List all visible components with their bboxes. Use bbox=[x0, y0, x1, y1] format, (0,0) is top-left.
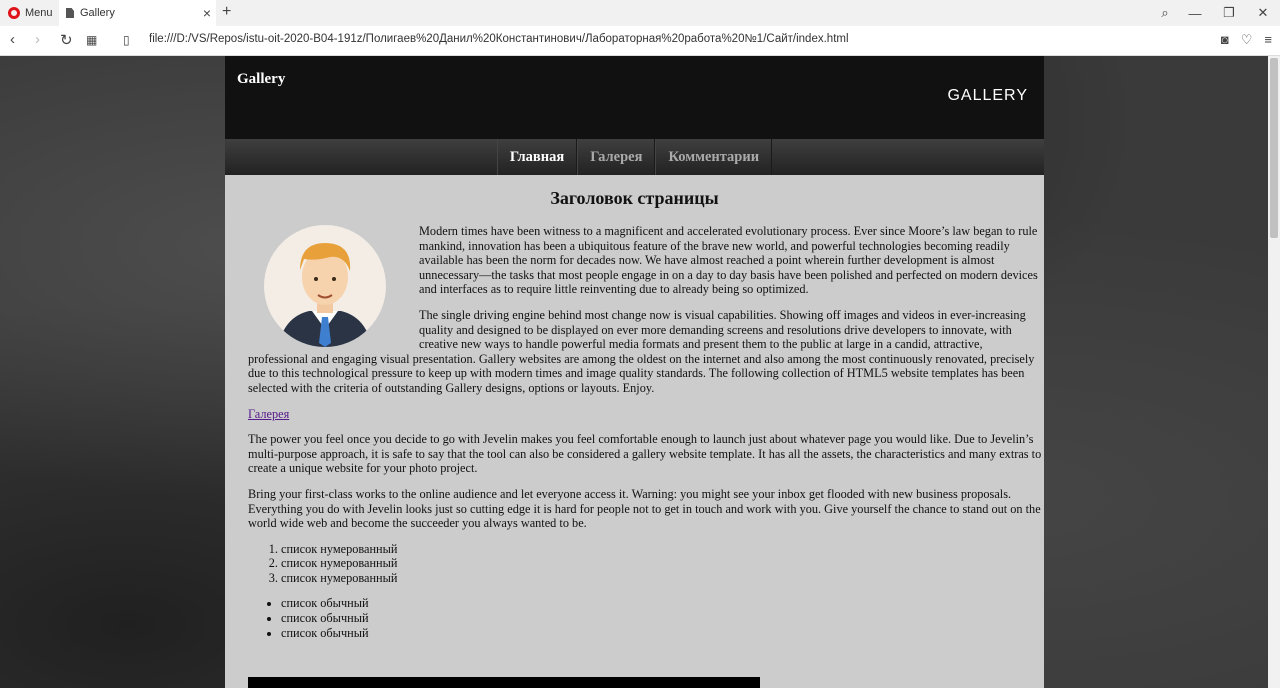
forward-icon[interactable]: › bbox=[35, 31, 40, 48]
list-item: список нумерованный bbox=[281, 556, 1044, 571]
page-title: Заголовок страницы bbox=[550, 188, 719, 208]
browser-tab-bar: Menu Gallery × + ⌕ — ❐ ✕ bbox=[0, 0, 1280, 26]
list-item: список нумерованный bbox=[281, 542, 1044, 557]
tab-title: Gallery bbox=[80, 7, 115, 19]
nav-item-home[interactable]: Главная bbox=[496, 139, 578, 175]
site-container: Gallery GALLERY Главная Галерея Коммента… bbox=[225, 56, 1044, 688]
paragraph: Bring your first-class works to the onli… bbox=[248, 486, 1041, 531]
search-icon[interactable]: ⌕ bbox=[1152, 5, 1178, 21]
nav-item-gallery[interactable]: Галерея bbox=[577, 139, 656, 175]
document-icon: ▯ bbox=[123, 33, 130, 47]
avatar bbox=[264, 225, 386, 347]
page-icon bbox=[66, 8, 74, 18]
minimize-icon[interactable]: — bbox=[1178, 6, 1212, 21]
site-title: Gallery bbox=[237, 71, 286, 87]
gallery-link[interactable]: Галерея bbox=[248, 407, 1044, 422]
speed-dial-icon[interactable]: ▦ bbox=[86, 33, 97, 47]
list-item: список обычный bbox=[281, 626, 1044, 641]
url-field[interactable]: file:///D:/VS/Repos/istu-oit-2020-B04-19… bbox=[149, 33, 849, 45]
easy-setup-icon[interactable]: ≡ bbox=[1264, 32, 1272, 48]
window-controls: ⌕ — ❐ ✕ bbox=[1152, 0, 1280, 26]
page-scrollbar[interactable] bbox=[1268, 56, 1280, 688]
close-icon[interactable]: × bbox=[198, 5, 216, 21]
opera-logo-icon bbox=[8, 7, 20, 19]
address-bar: ‹ › ↻ ▦ ▯ file:///D:/VS/Repos/istu-oit-2… bbox=[0, 26, 1280, 56]
list-item: список обычный bbox=[281, 611, 1044, 626]
site-header: Gallery GALLERY bbox=[225, 56, 1044, 139]
close-window-icon[interactable]: ✕ bbox=[1246, 5, 1280, 21]
paragraph: The power you feel once you decide to go… bbox=[248, 432, 1042, 476]
back-icon[interactable]: ‹ bbox=[10, 31, 15, 48]
unordered-list: список обычный список обычный список обы… bbox=[248, 596, 1044, 640]
browser-menu-button[interactable]: Menu bbox=[0, 0, 58, 26]
main-content: Заголовок страницы Modern times have bee… bbox=[225, 175, 1044, 688]
ordered-list: список нумерованный список нумерованный … bbox=[248, 542, 1044, 586]
nav-item-comments[interactable]: Комментарии bbox=[655, 139, 773, 175]
heart-icon[interactable]: ♡ bbox=[1241, 32, 1253, 48]
media-block bbox=[248, 677, 760, 688]
reload-icon[interactable]: ↻ bbox=[60, 31, 73, 49]
site-nav: Главная Галерея Комментарии bbox=[225, 139, 1044, 175]
list-item: список обычный bbox=[281, 596, 1044, 611]
list-item: список нумерованный bbox=[281, 571, 1044, 586]
camera-icon[interactable]: ◙ bbox=[1221, 32, 1229, 48]
browser-tab[interactable]: Gallery × bbox=[59, 0, 216, 26]
page-viewport: Gallery GALLERY Главная Галерея Коммента… bbox=[0, 56, 1268, 688]
browser-menu-label: Menu bbox=[25, 7, 53, 19]
restore-icon[interactable]: ❐ bbox=[1212, 5, 1246, 21]
scrollbar-thumb[interactable] bbox=[1270, 58, 1278, 238]
new-tab-icon[interactable]: + bbox=[222, 3, 231, 21]
site-logo: GALLERY bbox=[947, 87, 1028, 104]
